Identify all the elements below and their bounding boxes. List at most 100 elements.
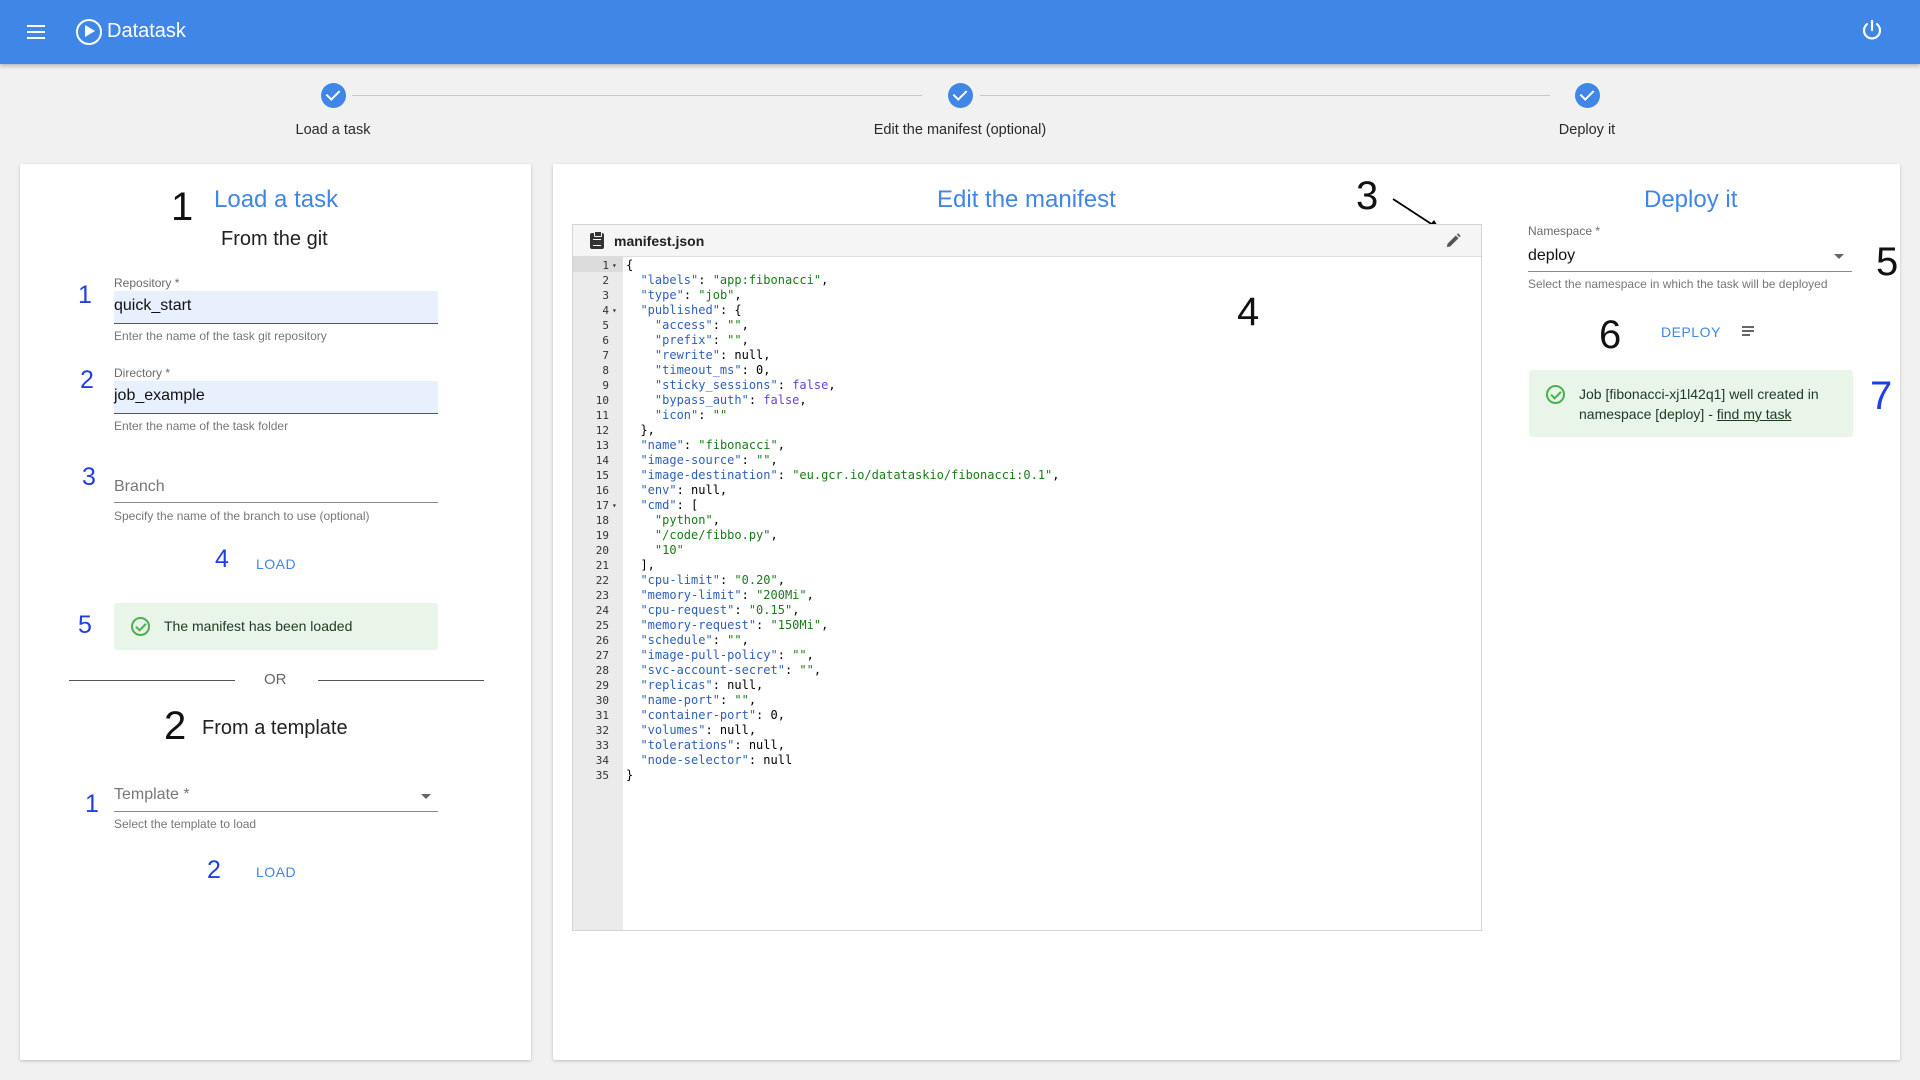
code-text: "image-source": "", [640,453,778,467]
repository-input[interactable]: quick_start [114,291,438,324]
annotation-number: 2 [164,704,187,748]
annotation-number: 7 [1870,374,1893,418]
code-line: 2 "labels": "app:fibonacci", [573,273,1481,288]
load-git-button[interactable]: LOAD [256,556,296,572]
code-line: 18 "python", [573,513,1481,528]
find-my-task-link[interactable]: find my task [1717,406,1792,422]
line-number: 6 [602,334,609,347]
load-template-button[interactable]: LOAD [256,864,296,880]
directory-label: Directory * [114,366,171,380]
code-line: 31 "container-port": 0, [573,708,1481,723]
line-number: 10 [595,394,609,407]
line-number: 18 [595,514,609,527]
app-bar: Datatask [0,0,1920,64]
editor-header: manifest.json [573,225,1481,257]
line-number: 15 [595,469,609,482]
code-line: 32 "volumes": null, [573,723,1481,738]
namespace-select[interactable]: deploy [1528,247,1575,265]
step-label: Deploy it [1558,122,1616,138]
annotation-number: 5 [78,611,92,639]
code-line: 30 "name-port": "", [573,693,1481,708]
code-text: "schedule": "", [640,633,749,647]
annotation-number: 4 [1237,290,1260,334]
annotation-number: 1 [85,790,99,818]
deploy-title: Deploy it [1644,186,1738,213]
line-number: 20 [595,544,609,557]
line-number: 5 [602,319,609,332]
check-circle-icon [1546,385,1565,404]
code-text: "replicas": null, [640,678,764,692]
code-line: 29 "replicas": null, [573,678,1481,693]
code-line: 21 ], [573,558,1481,573]
annotation-number: 2 [80,366,94,394]
template-select[interactable]: Template * [114,786,190,804]
code-line: 27 "image-pull-policy": "", [573,648,1481,663]
line-number: 8 [602,364,609,377]
alert-text: Job [fibonacci-xj1l42q1] well created in… [1579,384,1819,424]
repository-value: quick_start [114,297,192,314]
code-line: 17 ▾ "cmd": [ [573,498,1481,513]
line-number: 27 [595,649,609,662]
code-text: "node-selector": null [640,753,793,767]
code-line: 3 "type": "job", [573,288,1481,303]
branch-input[interactable]: Branch [114,478,165,496]
fold-arrow-icon[interactable]: ▾ [612,303,617,318]
code-line: 22 "cpu-limit": "0.20", [573,573,1481,588]
line-number: 33 [595,739,609,752]
line-number: 25 [595,619,609,632]
line-number: 3 [602,289,609,302]
code-line: 20 "10" [573,543,1481,558]
code-text: "icon": "" [654,408,728,422]
code-line: 15 "image-destination": "eu.gcr.io/datat… [573,468,1481,483]
code-text: "/code/fibbo.py", [654,528,778,542]
line-number: 2 [602,274,609,287]
code-text: "image-destination": "eu.gcr.io/datatask… [640,468,1060,482]
annotation-number: 5 [1876,240,1899,284]
code-text: "svc-account-secret": "", [640,663,822,677]
code-line: 4 ▾ "published": { [573,303,1481,318]
code-text: "env": null, [640,483,728,497]
code-text: "prefix": "", [654,333,749,347]
directory-input[interactable]: job_example [114,381,438,414]
directory-hint: Enter the name of the task folder [114,419,289,433]
code-text: "cmd": [ [640,498,699,512]
code-text: "tolerations": null, [640,738,785,752]
code-line: 10 "bypass_auth": false, [573,393,1481,408]
chevron-down-icon[interactable] [1834,254,1844,259]
code-text: "memory-limit": "200Mi", [640,588,814,602]
line-number: 11 [595,409,609,422]
line-number: 19 [595,529,609,542]
list-icon[interactable] [1742,326,1754,336]
job-created-alert: Job [fibonacci-xj1l42q1] well created in… [1529,370,1853,437]
deploy-button[interactable]: DEPLOY [1661,324,1721,340]
line-number: 23 [595,589,609,602]
code-text: "bypass_auth": false, [654,393,807,407]
chevron-down-icon[interactable] [421,794,431,799]
fold-arrow-icon[interactable]: ▾ [612,498,617,513]
code-text: "container-port": 0, [640,708,785,722]
line-number: 24 [595,604,609,617]
namespace-label: Namespace * [1528,224,1601,238]
repository-label: Repository * [114,276,180,290]
menu-icon[interactable] [22,18,50,46]
alert-line-2: namespace [deploy] - [1579,406,1717,422]
step-load-task[interactable]: Load a task [183,83,483,138]
manifest-editor[interactable]: manifest.json 1 ▾{2 "labels": "app:fibona… [572,224,1482,931]
annotation-number: 3 [1356,174,1379,218]
code-line: 8 "timeout_ms": 0, [573,363,1481,378]
step-edit-manifest[interactable]: Edit the manifest (optional) [810,83,1110,138]
power-icon[interactable] [1858,16,1886,44]
step-label: Load a task [295,122,371,138]
step-label: Edit the manifest (optional) [873,122,1047,138]
step-deploy[interactable]: Deploy it [1437,83,1737,138]
code-text: "memory-request": "150Mi", [640,618,829,632]
branch-underline [114,502,438,503]
edit-manifest-title: Edit the manifest [937,186,1116,213]
code-line: 12 }, [573,423,1481,438]
pencil-icon[interactable] [1444,232,1462,250]
or-label: OR [264,671,287,688]
code-text: "image-pull-policy": "", [640,648,814,662]
check-icon [947,83,973,108]
code-text: "published": { [640,303,742,317]
fold-arrow-icon[interactable]: ▾ [612,258,617,273]
